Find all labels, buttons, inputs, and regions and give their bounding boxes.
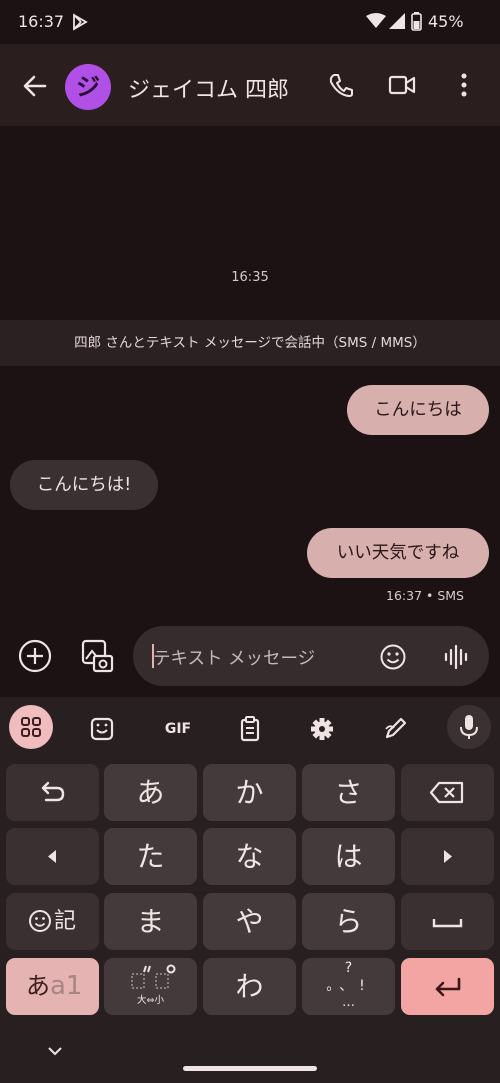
undo-icon — [41, 781, 65, 802]
play-store-icon — [72, 13, 88, 31]
arrow-left-icon — [48, 850, 56, 863]
sms-info-banner: 四郎 さんとテキスト メッセージで会話中（SMS / MMS） — [0, 320, 500, 366]
gallery-button[interactable] — [80, 638, 114, 674]
dakuten-key[interactable]: 大⇔小 — [104, 958, 197, 1015]
app-bar: ジ ジェイコム 四郎 — [0, 44, 500, 126]
handwriting-button[interactable] — [375, 709, 415, 749]
video-camera-icon — [388, 75, 416, 95]
voice-input-button[interactable] — [447, 705, 491, 749]
key-na[interactable]: な — [203, 828, 296, 885]
voice-message-button[interactable] — [443, 643, 469, 671]
message-status: 16:37 • SMS — [386, 588, 464, 603]
conversation-timestamp: 16:35 — [231, 270, 269, 285]
contact-name[interactable]: ジェイコム 四郎 — [128, 72, 289, 104]
gesture-nav-handle[interactable] — [183, 1066, 317, 1071]
cursor-right-key[interactable] — [401, 828, 494, 885]
battery-percent: 45% — [428, 12, 464, 31]
cursor-left-key[interactable] — [6, 828, 99, 885]
backspace-icon — [429, 781, 464, 804]
message-input-placeholder: テキスト メッセージ — [153, 649, 316, 669]
key-wa[interactable]: わ — [203, 958, 296, 1015]
input-mode-key[interactable]: あ a1 — [6, 958, 99, 1015]
more-options-button[interactable] — [452, 72, 476, 98]
mode-key-kana: あ — [26, 972, 50, 1000]
key-ya[interactable]: や — [203, 893, 296, 950]
enter-key[interactable] — [401, 958, 494, 1015]
dakuten-icon — [131, 964, 176, 989]
settings-button[interactable] — [302, 709, 342, 749]
audio-waveform-icon — [444, 644, 468, 670]
back-button[interactable] — [20, 71, 50, 101]
space-icon — [432, 919, 463, 928]
key-ta[interactable]: た — [104, 828, 197, 885]
clipboard-icon — [240, 716, 260, 742]
incoming-message[interactable]: こんにちは! — [10, 460, 158, 510]
microphone-icon — [460, 715, 478, 739]
gear-icon — [311, 718, 333, 740]
attach-button[interactable] — [17, 638, 53, 674]
outgoing-message[interactable]: こんにちは — [347, 385, 489, 435]
clipboard-button[interactable] — [230, 709, 270, 749]
battery-icon — [411, 12, 422, 31]
gallery-camera-icon — [81, 639, 114, 673]
key-sa[interactable]: さ — [302, 764, 395, 821]
signal-icon — [389, 13, 405, 29]
mode-key-alnum: a1 — [50, 971, 83, 1001]
emoji-icon — [29, 910, 51, 932]
chevron-down-icon — [48, 1047, 62, 1056]
punct-bottom-label: 。、! — [326, 978, 371, 994]
contact-avatar[interactable]: ジ — [65, 64, 111, 110]
punct-top-label: ? — [344, 960, 353, 976]
undo-key[interactable] — [6, 764, 99, 821]
arrow-back-icon — [23, 75, 47, 97]
gif-button[interactable]: GIF — [156, 709, 200, 749]
emoji-icon — [380, 644, 406, 670]
key-ma[interactable]: ま — [104, 893, 197, 950]
keyboard: GIF あ か さ た な は 記 ま や ら あ a1 大⇔小 わ ? 。、!… — [0, 697, 500, 1083]
backspace-key[interactable] — [401, 764, 494, 821]
call-button[interactable] — [328, 72, 354, 98]
status-bar: 16:37 45% — [0, 0, 500, 44]
arrow-right-icon — [444, 850, 452, 863]
key-ra[interactable]: ら — [302, 893, 395, 950]
punctuation-key[interactable]: ? 。、! … — [302, 958, 395, 1015]
emoji-button[interactable] — [379, 643, 407, 671]
punct-ellipsis-label: … — [342, 995, 355, 1010]
key-a[interactable]: あ — [104, 764, 197, 821]
outgoing-message[interactable]: いい天気ですね — [307, 528, 489, 578]
wifi-icon — [366, 13, 386, 29]
symbol-key-label: 記 — [54, 909, 77, 934]
sticker-button[interactable] — [82, 709, 122, 749]
gif-label: GIF — [164, 721, 192, 737]
small-kana-label: 大⇔小 — [137, 995, 164, 1006]
message-input[interactable]: テキスト メッセージ — [133, 626, 489, 686]
emoji-symbol-key[interactable]: 記 — [6, 893, 99, 950]
add-circle-icon — [18, 639, 52, 673]
keyboard-apps-button[interactable] — [9, 705, 53, 749]
key-ha[interactable]: は — [302, 828, 395, 885]
sticker-icon — [90, 717, 114, 741]
key-ka[interactable]: か — [203, 764, 296, 821]
video-call-button[interactable] — [388, 74, 416, 96]
phone-icon — [329, 74, 353, 97]
pen-icon — [385, 717, 407, 739]
space-key[interactable] — [401, 893, 494, 950]
hide-keyboard-button[interactable] — [46, 1045, 64, 1057]
more-vert-icon — [461, 73, 467, 97]
grid-icon — [21, 717, 41, 737]
enter-icon — [435, 977, 461, 997]
status-time: 16:37 — [18, 12, 65, 31]
